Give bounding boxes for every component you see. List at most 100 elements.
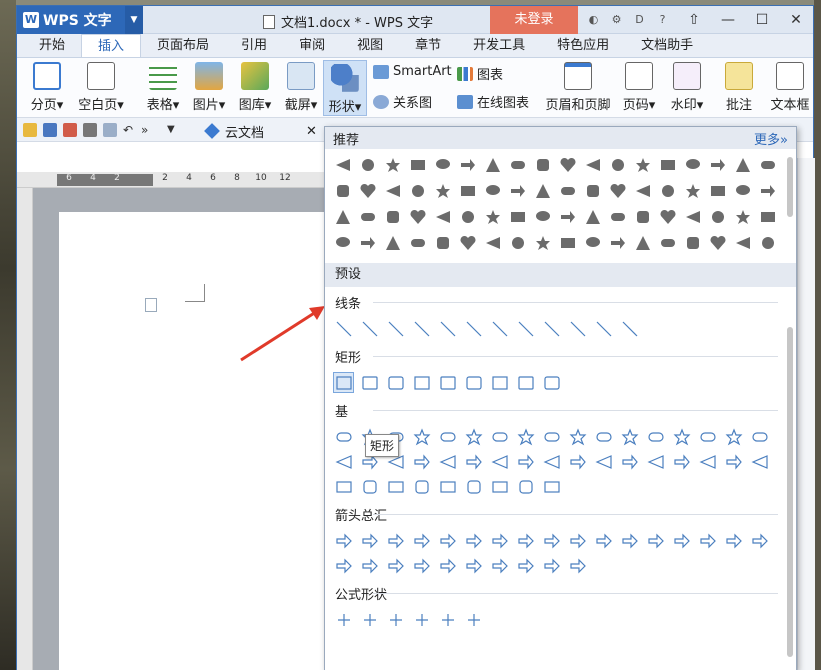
print-icon[interactable] [83, 123, 97, 137]
shape-option[interactable] [533, 233, 553, 253]
shape-option[interactable] [358, 207, 378, 227]
shape-option[interactable] [541, 555, 562, 576]
shape-option[interactable] [515, 530, 536, 551]
shape-option[interactable] [515, 555, 536, 576]
shape-option[interactable] [333, 426, 354, 447]
watermark-button[interactable]: 水印▾ [665, 62, 709, 113]
shape-option[interactable] [608, 181, 628, 201]
shape-option[interactable] [658, 233, 678, 253]
shape-option[interactable] [758, 181, 778, 201]
shape-option[interactable] [411, 451, 432, 472]
tab-page-layout[interactable]: 页面布局 [141, 34, 225, 57]
shape-option[interactable] [408, 207, 428, 227]
shape-option[interactable] [437, 530, 458, 551]
shape-option[interactable] [333, 609, 354, 630]
shape-option[interactable] [333, 451, 354, 472]
shape-option[interactable] [408, 233, 428, 253]
shape-option[interactable] [683, 207, 703, 227]
shape-option[interactable] [508, 207, 528, 227]
shape-option[interactable] [458, 207, 478, 227]
shape-option[interactable] [541, 530, 562, 551]
table-button[interactable]: 表格▾ [141, 62, 185, 113]
shape-option[interactable] [708, 233, 728, 253]
shape-option[interactable] [645, 451, 666, 472]
screenshot-button[interactable]: 截屏▾ [279, 62, 323, 113]
shape-option[interactable] [433, 207, 453, 227]
page-break-button[interactable]: 分页▾ [23, 62, 71, 113]
shape-option[interactable] [458, 181, 478, 201]
shape-option[interactable] [437, 555, 458, 576]
save-icon[interactable] [43, 123, 57, 137]
cloud-docs-tab[interactable]: 云文档 ✕ [205, 120, 317, 142]
shape-option[interactable] [683, 181, 703, 201]
shape-option[interactable] [658, 155, 678, 175]
shape-option[interactable] [437, 372, 458, 393]
gallery-button[interactable]: 图库▾ [233, 62, 277, 113]
shape-option[interactable] [385, 476, 406, 497]
shape-option[interactable] [508, 233, 528, 253]
shape-option[interactable] [483, 233, 503, 253]
shape-option[interactable] [558, 155, 578, 175]
shape-option[interactable] [583, 155, 603, 175]
shape-option[interactable] [708, 207, 728, 227]
picture-button[interactable]: 图片▾ [187, 62, 231, 113]
shape-option[interactable] [333, 555, 354, 576]
shape-option[interactable] [359, 372, 380, 393]
relation-chart-button[interactable]: 关系图 [373, 92, 432, 111]
undo-icon[interactable]: ↶ [123, 123, 137, 137]
shape-option[interactable] [541, 451, 562, 472]
open-icon[interactable] [23, 123, 37, 137]
shape-option[interactable] [411, 609, 432, 630]
shape-option[interactable] [619, 451, 640, 472]
shape-option[interactable] [385, 530, 406, 551]
shape-option[interactable] [433, 181, 453, 201]
shapes-button[interactable]: 形状▾ [323, 60, 367, 116]
shape-option[interactable] [558, 181, 578, 201]
shape-option[interactable] [359, 555, 380, 576]
tab-review[interactable]: 审阅 [283, 34, 341, 57]
tab-features[interactable]: 特色应用 [541, 34, 625, 57]
shape-option[interactable] [708, 181, 728, 201]
shape-option[interactable] [515, 426, 536, 447]
shape-option[interactable] [749, 426, 770, 447]
shape-option[interactable] [683, 155, 703, 175]
export-pdf-icon[interactable] [63, 123, 77, 137]
shape-option[interactable] [723, 426, 744, 447]
shape-option[interactable] [385, 318, 406, 339]
shape-option[interactable] [733, 181, 753, 201]
shape-option[interactable] [489, 476, 510, 497]
paste-options-icon[interactable] [145, 298, 157, 312]
shape-option[interactable] [489, 451, 510, 472]
smartart-button[interactable]: SmartArt [373, 64, 452, 79]
shape-option[interactable] [619, 426, 640, 447]
vertical-ruler[interactable] [17, 188, 33, 670]
shape-option[interactable] [359, 476, 380, 497]
shape-option[interactable] [697, 426, 718, 447]
shape-option[interactable] [411, 530, 432, 551]
shape-option[interactable] [463, 451, 484, 472]
shape-option[interactable] [463, 476, 484, 497]
shape-option[interactable] [541, 426, 562, 447]
shape-option[interactable] [508, 181, 528, 201]
shape-option[interactable] [541, 318, 562, 339]
close-tab-icon[interactable]: ✕ [306, 124, 317, 139]
app-menu-button[interactable]: W WPS 文字 ▼ [17, 6, 143, 34]
print-preview-icon[interactable] [103, 123, 117, 137]
shape-option[interactable] [758, 233, 778, 253]
shape-option[interactable] [483, 155, 503, 175]
shape-option[interactable] [333, 530, 354, 551]
shape-option[interactable] [633, 155, 653, 175]
shape-option[interactable] [463, 609, 484, 630]
shape-option[interactable] [411, 318, 432, 339]
chevron-down-icon[interactable]: ▼ [125, 6, 143, 34]
shape-option[interactable] [463, 555, 484, 576]
shape-option[interactable] [359, 609, 380, 630]
shape-option[interactable] [333, 476, 354, 497]
redo-icon[interactable]: » [141, 123, 155, 137]
shape-option[interactable] [358, 181, 378, 201]
textbox-button[interactable]: 文本框 [767, 62, 813, 113]
shape-option[interactable] [437, 318, 458, 339]
shape-option[interactable] [333, 155, 353, 175]
shape-option[interactable] [433, 233, 453, 253]
shape-option[interactable] [489, 530, 510, 551]
